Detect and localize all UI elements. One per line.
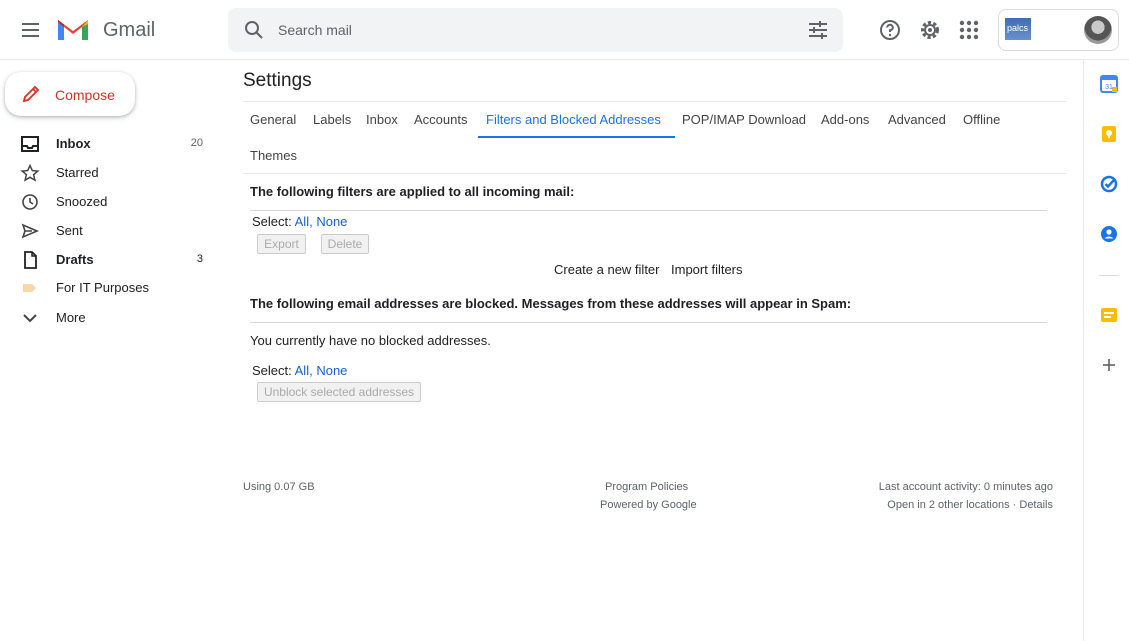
main-menu-icon[interactable]: [16, 16, 44, 44]
sidebar-item-sent[interactable]: Sent: [0, 217, 220, 245]
gmail-logo-icon[interactable]: [56, 14, 90, 44]
sidebar-item-label: Snoozed: [56, 194, 108, 209]
filters-heading: The following filters are applied to all…: [250, 184, 575, 199]
open-locations-line: Open in 2 other locations · Details: [887, 499, 1053, 511]
tab-inbox[interactable]: Inbox: [366, 112, 398, 127]
tab-offline[interactable]: Offline: [963, 112, 1000, 127]
contacts-icon[interactable]: [1099, 224, 1119, 244]
active-tab-indicator: [478, 136, 675, 138]
draft-count: 3: [196, 253, 203, 265]
sidebar-item-snoozed[interactable]: Snoozed: [0, 188, 220, 216]
star-icon: [20, 164, 40, 182]
add-icon[interactable]: [1099, 355, 1119, 375]
powered-by: Powered by Google: [600, 499, 697, 511]
calendar-icon[interactable]: 31: [1099, 74, 1119, 94]
sidebar-item-label: For IT Purposes: [56, 280, 149, 295]
select-label: Select:: [252, 363, 295, 378]
inbox-icon: [21, 136, 39, 152]
tab-themes[interactable]: Themes: [250, 148, 297, 163]
blocked-divider: [250, 322, 1047, 323]
storage-usage: Using 0.07 GB: [243, 481, 315, 493]
rail-divider: [1099, 275, 1119, 276]
addon-icon[interactable]: [1099, 305, 1119, 325]
sidebar-item-label: Drafts: [56, 252, 94, 267]
filters-divider: [250, 210, 1047, 211]
gear-icon[interactable]: [918, 18, 942, 42]
tab-advanced[interactable]: Advanced: [888, 112, 946, 127]
search-input[interactable]: [278, 18, 778, 42]
last-activity: Last account activity: 0 minutes ago: [878, 481, 1053, 493]
chevron-down-icon: [23, 314, 37, 323]
sidebar-item-inbox[interactable]: Inbox 20: [0, 130, 220, 158]
create-new-filter-link[interactable]: Create a new filter: [554, 262, 660, 277]
select-none-link[interactable]: None: [316, 214, 347, 229]
unblock-selected-button[interactable]: Unblock selected addresses: [257, 382, 421, 402]
select-all-link[interactable]: All: [295, 214, 309, 229]
select-label: Select:: [252, 214, 295, 229]
side-panel-divider: [1083, 60, 1084, 641]
tabs-divider: [243, 173, 1067, 174]
account-switcher[interactable]: palcs: [998, 9, 1119, 51]
search-options-icon[interactable]: [807, 20, 829, 40]
sidebar-item-drafts[interactable]: Drafts 3: [0, 246, 220, 274]
export-button[interactable]: Export: [257, 234, 306, 254]
blocked-heading: The following email addresses are blocke…: [250, 296, 852, 311]
apps-grid-icon[interactable]: [957, 18, 981, 42]
select-all-link[interactable]: All: [295, 363, 309, 378]
sidebar-item-label: Sent: [56, 223, 83, 238]
sidebar-item-label: Inbox: [56, 136, 91, 151]
details-link[interactable]: Details: [1019, 499, 1053, 511]
no-blocked-message: You currently have no blocked addresses.: [250, 333, 491, 348]
program-policies-link[interactable]: Program Policies: [605, 481, 688, 493]
select-none-link[interactable]: None: [316, 363, 347, 378]
keep-icon[interactable]: [1099, 124, 1119, 144]
label-icon: [23, 284, 36, 292]
filters-select-line: Select: All, None: [252, 214, 347, 229]
top-header: Gmail palcs: [0, 0, 1129, 60]
help-icon[interactable]: [878, 18, 902, 42]
tab-labels[interactable]: Labels: [313, 112, 351, 127]
search-bar[interactable]: [228, 8, 843, 52]
compose-label: Compose: [55, 87, 115, 103]
sidebar-item-label: More: [56, 310, 86, 325]
app-name: Gmail: [103, 19, 156, 41]
svg-text:31: 31: [1105, 84, 1113, 91]
sidebar-item-more[interactable]: More: [0, 304, 220, 332]
sidebar-item-for-it-purposes[interactable]: For IT Purposes: [0, 274, 220, 302]
delete-button[interactable]: Delete: [321, 234, 369, 254]
title-divider: [243, 101, 1067, 102]
sidebar-item-starred[interactable]: Starred: [0, 159, 220, 187]
clock-icon: [22, 194, 38, 210]
sidebar-item-label: Starred: [56, 165, 99, 180]
blocked-select-line: Select: All, None: [252, 363, 347, 378]
avatar[interactable]: [1084, 16, 1112, 44]
import-filters-link[interactable]: Import filters: [671, 262, 743, 277]
tasks-icon[interactable]: [1099, 174, 1119, 194]
tab-accounts[interactable]: Accounts: [414, 112, 467, 127]
tab-add-ons[interactable]: Add-ons: [821, 112, 869, 127]
search-icon[interactable]: [244, 20, 264, 40]
send-icon: [21, 223, 40, 239]
pencil-icon: [22, 85, 40, 103]
organization-logo: palcs: [1005, 18, 1031, 40]
open-locations-text: Open in 2 other locations ·: [887, 499, 1020, 511]
tab-filters-and-blocked-addresses[interactable]: Filters and Blocked Addresses: [486, 112, 661, 127]
draft-icon: [24, 251, 37, 269]
tab-general[interactable]: General: [250, 112, 296, 127]
page-title: Settings: [243, 70, 312, 91]
tab-pop-imap-download[interactable]: POP/IMAP Download: [682, 112, 806, 127]
unread-count: 20: [190, 137, 203, 149]
compose-button[interactable]: Compose: [5, 72, 135, 116]
